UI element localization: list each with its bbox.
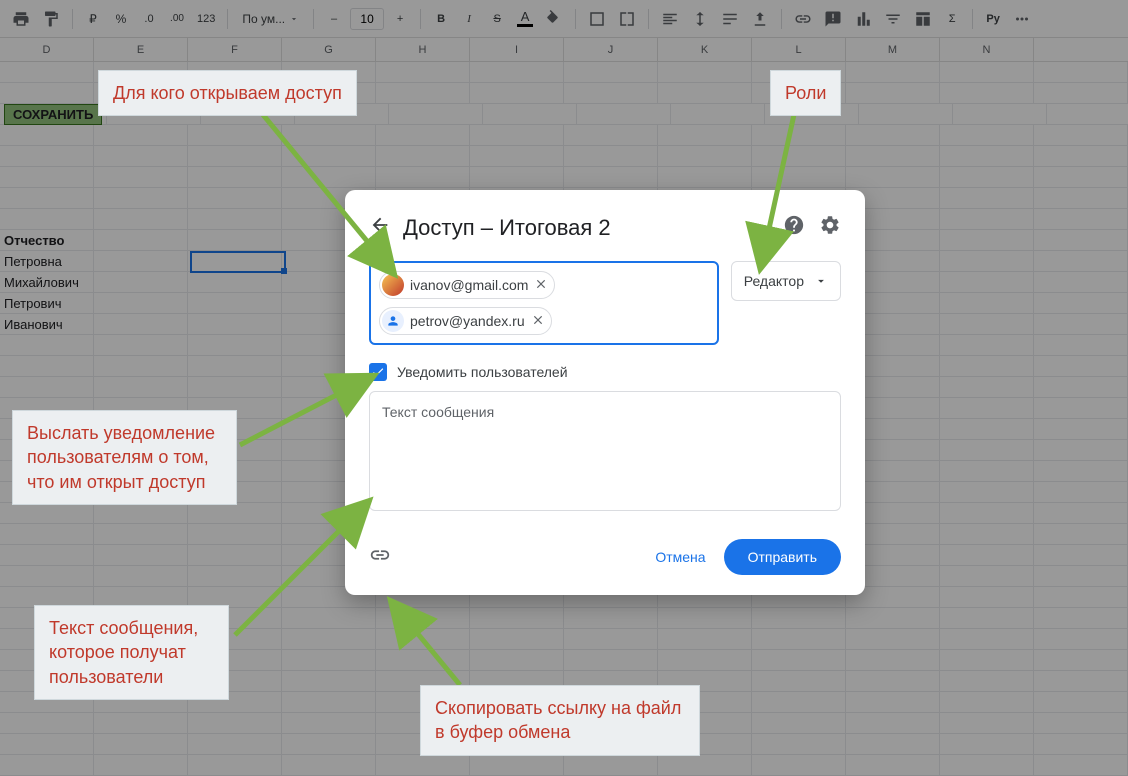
annotation: Скопировать ссылку на файл в буфер обмен… [420,685,700,756]
gear-icon[interactable] [819,214,841,241]
annotation: Текст сообщения, которое получат пользов… [34,605,229,700]
cancel-button[interactable]: Отмена [637,541,723,573]
annotation: Роли [770,70,841,116]
notify-label: Уведомить пользователей [397,364,568,380]
arrow [375,590,475,690]
chip-email: ivanov@gmail.com [410,277,528,293]
people-input[interactable]: ivanov@gmail.com petrov@yandex.ru [369,261,719,345]
chip-email: petrov@yandex.ru [410,313,525,329]
arrow [230,490,380,640]
dialog-title: Доступ – Итоговая 2 [403,215,771,241]
arrow [235,360,385,450]
arrow [250,100,410,290]
arrow [745,105,805,280]
chip-remove-icon[interactable] [531,313,545,330]
message-textarea[interactable]: Текст сообщения [369,391,841,511]
chevron-down-icon [814,274,828,288]
avatar [382,310,404,332]
send-button[interactable]: Отправить [724,539,841,575]
chip-remove-icon[interactable] [534,277,548,294]
annotation: Выслать уведомление пользователям о том,… [12,410,237,505]
user-chip[interactable]: petrov@yandex.ru [379,307,552,335]
annotation: Для кого открываем доступ [98,70,357,116]
